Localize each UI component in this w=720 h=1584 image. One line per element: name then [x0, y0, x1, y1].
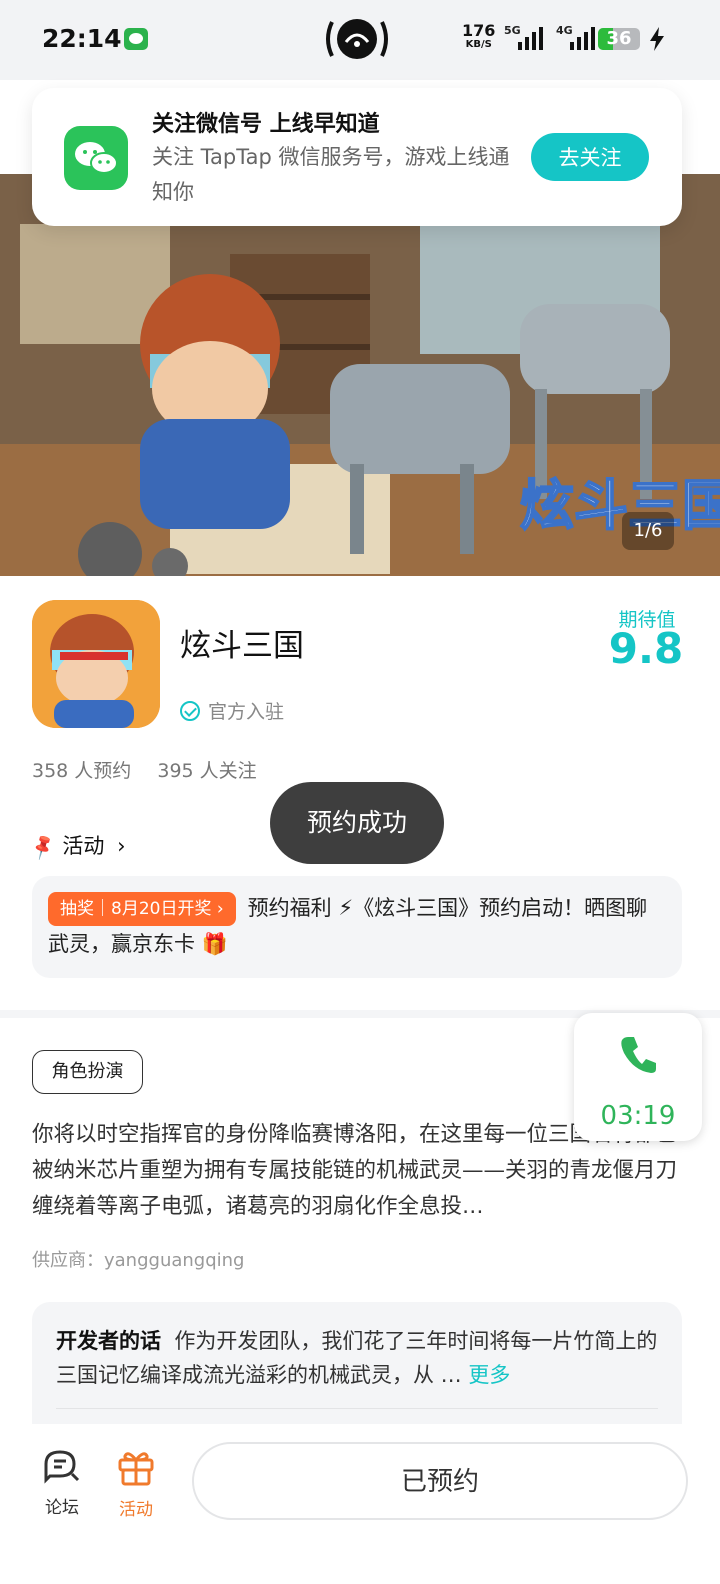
- lottery-tag[interactable]: 抽奖｜8月20日开奖 ›: [48, 892, 236, 926]
- gift-icon: [118, 1452, 154, 1486]
- wechat-card-description: 关注 TapTap 微信服务号，游戏上线通知你: [152, 145, 510, 204]
- developer-note-divider: [56, 1408, 658, 1409]
- genre-tag[interactable]: 角色扮演: [32, 1050, 143, 1094]
- wechat-notification-icon: [124, 28, 148, 50]
- activity-card[interactable]: 抽奖｜8月20日开奖 › 预约福利 ⚡《炫斗三国》预约启动！晒图聊武灵，赢京东卡 …: [32, 876, 682, 978]
- supplier-text: 供应商：yangguangqing: [32, 1250, 245, 1271]
- check-circle-icon: [180, 701, 200, 721]
- network-speed: 176 KB/S: [462, 21, 496, 52]
- activity-section-header[interactable]: 📌 活动 ›: [28, 830, 126, 862]
- toast-message: 预约成功: [270, 782, 444, 864]
- developer-note-label: 开发者的话: [56, 1329, 161, 1353]
- nav-activity[interactable]: 活动: [106, 1448, 166, 1520]
- reserved-button[interactable]: 已预约: [192, 1442, 688, 1520]
- activity-header-label: 活动: [62, 834, 105, 858]
- wechat-card-title: 关注微信号 上线早知道: [152, 112, 380, 137]
- phone-icon: [621, 1037, 656, 1073]
- signal-5g-label: 5G: [504, 24, 521, 37]
- nav-activity-label: 活动: [119, 1500, 153, 1520]
- follow-button[interactable]: 去关注: [531, 133, 649, 181]
- charging-icon: [650, 27, 664, 51]
- game-app-icon: [32, 600, 160, 728]
- forum-icon: [44, 1450, 80, 1484]
- more-link[interactable]: 更多: [468, 1363, 510, 1387]
- nav-forum-label: 论坛: [45, 1498, 79, 1518]
- nav-forum[interactable]: 论坛: [32, 1448, 92, 1518]
- hotspot-icon: [326, 19, 388, 59]
- chevron-right-icon: ›: [117, 834, 126, 858]
- reservation-count: 358 人预约: [32, 760, 132, 782]
- network-speed-unit: KB/S: [465, 39, 492, 50]
- battery-level: 36: [606, 28, 632, 49]
- official-label: 官方入驻: [208, 701, 285, 723]
- hero-slide-counter: 1/6: [622, 512, 674, 550]
- signal-4g-label: 4G: [556, 24, 573, 37]
- call-floating-widget[interactable]: 03:19: [574, 1013, 702, 1141]
- game-stats: 358 人预约 395 人关注: [32, 756, 277, 783]
- hero-banner[interactable]: 炫斗三国: [0, 174, 720, 576]
- network-speed-value: 176: [462, 21, 496, 40]
- hero-illustration: 炫斗三国: [0, 174, 720, 576]
- official-badge: 官方入驻: [180, 697, 284, 724]
- call-duration: 03:19: [600, 1101, 676, 1131]
- wechat-follow-card: 关注微信号 上线早知道 关注 TapTap 微信服务号，游戏上线通知你 去关注: [32, 88, 682, 226]
- status-bar: 22:14 176 KB/S 5G 4G 36: [0, 0, 720, 80]
- expect-score: 9.8: [608, 624, 684, 673]
- game-title: 炫斗三国: [180, 628, 304, 664]
- lottery-tag-label: 抽奖｜8月20日开奖: [60, 899, 212, 919]
- hero-title-art: 炫斗三国: [520, 474, 720, 537]
- wechat-icon: [64, 126, 128, 190]
- follower-count: 395 人关注: [157, 760, 257, 782]
- bottom-action-bar: 论坛 活动 已预约: [0, 1424, 720, 1584]
- status-time: 22:14: [42, 24, 122, 53]
- pin-icon: 📌: [28, 832, 59, 863]
- developer-note-card[interactable]: 开发者的话 作为开发团队，我们花了三年时间将每一片竹简上的三国记忆编译成流光溢彩…: [32, 1302, 682, 1442]
- battery-icon: 36: [598, 28, 640, 50]
